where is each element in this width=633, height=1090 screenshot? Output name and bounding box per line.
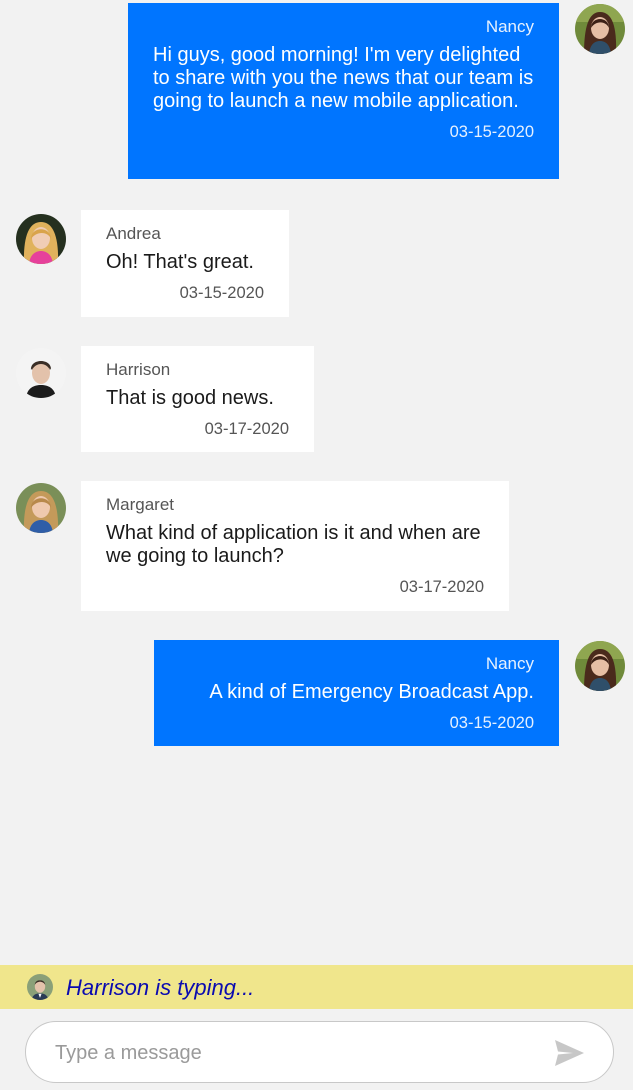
send-icon [555,1040,584,1066]
message-input-container[interactable] [25,1021,614,1083]
harrison-avatar [27,974,53,1000]
harrison-avatar[interactable] [16,348,66,398]
message-time: 03-15-2020 [449,123,534,141]
message-composer [0,1009,633,1090]
message-bubble: Harrison That is good news. 03-17-2020 [81,346,314,452]
message-author: Nancy [485,17,534,36]
message-bubble: Nancy Hi guys, good morning! I'm very de… [128,3,559,179]
message-list[interactable]: Nancy Hi guys, good morning! I'm very de… [0,0,633,965]
message-time: 03-15-2020 [449,714,534,732]
message-author: Margaret [106,495,175,514]
message-text: That is good news. [106,387,274,409]
typing-indicator-text: Harrison is typing... [66,975,255,1000]
andrea-avatar[interactable] [16,214,66,264]
typing-indicator: Harrison is typing... [0,965,633,1009]
message-bubble: Andrea Oh! That's great. 03-15-2020 [81,210,289,317]
message-bubble: Nancy A kind of Emergency Broadcast App.… [154,640,559,746]
message-time: 03-17-2020 [399,578,484,596]
message-input[interactable] [55,1038,535,1068]
message-text: A kind of Emergency Broadcast App. [209,681,534,703]
margaret-avatar[interactable] [16,483,66,533]
message-text: Oh! That's great. [106,251,254,273]
message-author: Andrea [106,224,161,243]
message-author: Nancy [485,654,534,673]
nancy-avatar[interactable] [575,4,625,54]
message-text: What kind of application is it and when … [106,522,481,567]
message-author: Harrison [106,360,171,379]
message-text: Hi guys, good morning! I'm very delighte… [153,44,534,112]
message-time: 03-17-2020 [204,420,289,438]
send-button[interactable] [554,1038,586,1068]
message-bubble: Margaret What kind of application is it … [81,481,509,611]
message-time: 03-15-2020 [179,284,264,302]
nancy-avatar[interactable] [575,641,625,691]
